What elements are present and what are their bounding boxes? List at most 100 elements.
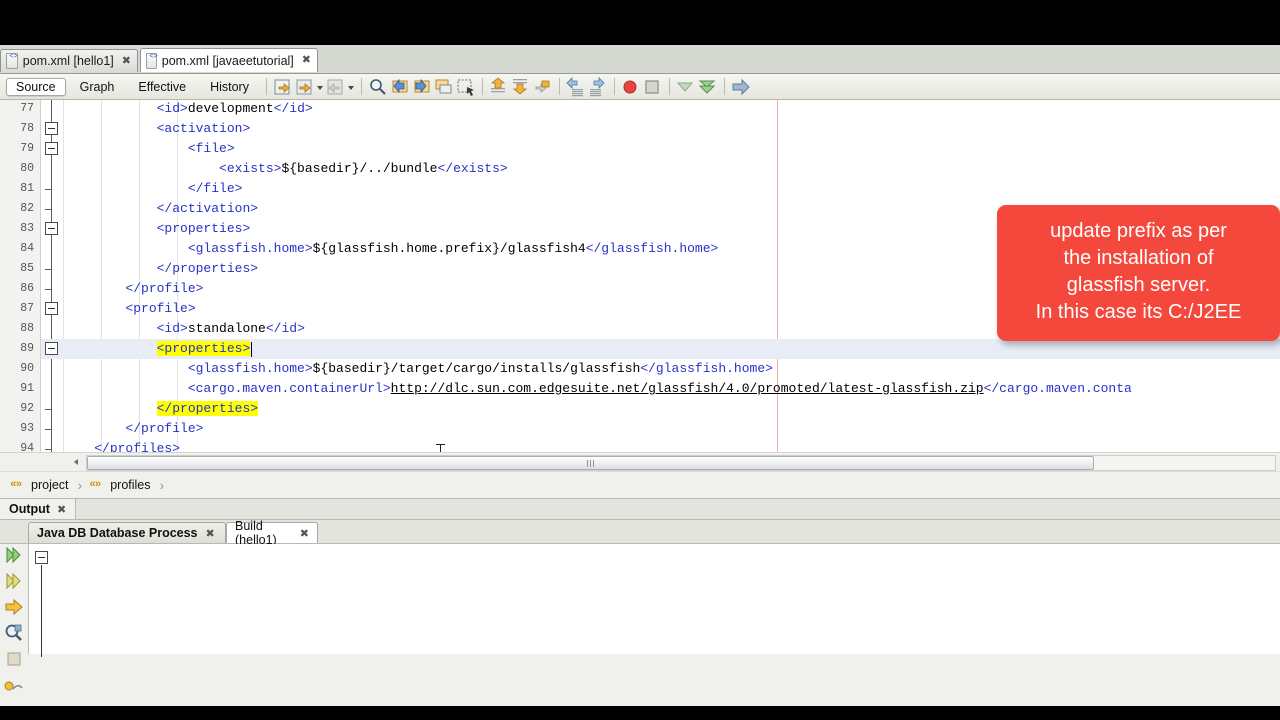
output-text-pane[interactable] xyxy=(28,544,1280,657)
previous-bookmark-icon[interactable] xyxy=(390,77,410,97)
output-tab-2[interactable]: Build (hello1) ✖ xyxy=(226,519,318,547)
toggle-breakpoint-icon[interactable] xyxy=(621,77,641,97)
scroll-left-arrow-icon[interactable] xyxy=(70,456,83,468)
code-line: <properties> xyxy=(63,339,1280,359)
chevron-down-icon[interactable] xyxy=(316,77,325,97)
line-number: 89 xyxy=(20,342,34,355)
fold-collapse-box[interactable] xyxy=(45,222,58,235)
close-icon[interactable]: ✖ xyxy=(302,55,311,66)
back-history-icon[interactable] xyxy=(326,77,346,97)
close-icon[interactable]: ✖ xyxy=(57,503,66,516)
rerun-with-different-params-icon[interactable] xyxy=(3,570,25,592)
mouse-text-cursor xyxy=(436,444,445,452)
close-icon[interactable]: ✖ xyxy=(300,527,309,540)
code-token: <properties> xyxy=(156,341,251,356)
editor-tab-bar: pom.xml [hello1]✖pom.xml [javaeetutorial… xyxy=(0,45,1280,74)
output-tab-label: Build (hello1) xyxy=(235,519,277,547)
toggle-highlight-icon[interactable] xyxy=(533,77,553,97)
output-fold-box[interactable] xyxy=(35,551,48,564)
view-tab-source[interactable]: Source xyxy=(6,77,66,96)
toggle-bookmark-icon[interactable] xyxy=(434,77,454,97)
code-line: <glassfish.home>${basedir}/target/cargo/… xyxy=(63,359,1280,379)
code-line: </profiles> xyxy=(63,439,1280,452)
code-token: </glassfish.home> xyxy=(640,361,773,376)
code-token: <glassfish.home> xyxy=(187,361,313,376)
next-error-icon[interactable] xyxy=(511,77,531,97)
line-number: 86 xyxy=(20,282,34,295)
go-to-source-icon[interactable] xyxy=(273,77,293,97)
breadcrumb-item-project[interactable]: «» project xyxy=(10,478,69,492)
line-number: 93 xyxy=(20,422,34,435)
view-tab-effective[interactable]: Effective xyxy=(128,78,196,96)
close-icon[interactable]: ✖ xyxy=(122,55,131,67)
fold-collapse-box[interactable] xyxy=(45,122,58,135)
line-number: 94 xyxy=(20,442,34,452)
line-number: 79 xyxy=(20,142,34,155)
breadcrumb-item-profiles[interactable]: «» profiles xyxy=(89,478,150,492)
toolbar-separator xyxy=(613,78,615,95)
code-line: <file> xyxy=(63,139,1280,159)
fold-collapse-box[interactable] xyxy=(45,142,58,155)
breadcrumb[interactable]: «» project › «» profiles › xyxy=(0,471,1280,499)
output-window-title: Output xyxy=(9,502,50,516)
code-line: </properties> xyxy=(63,399,1280,419)
fold-end-tick xyxy=(45,209,52,210)
stop-macro-icon[interactable] xyxy=(643,77,663,97)
xml-file-icon xyxy=(146,52,160,69)
scrollbar-track[interactable] xyxy=(86,455,1276,471)
fold-collapse-box[interactable] xyxy=(45,302,58,315)
line-number-gutter: 77787980818283848586878889909192939495 xyxy=(0,100,41,452)
clear-output-icon[interactable] xyxy=(3,648,25,670)
code-token: development xyxy=(187,101,274,116)
code-token: </profile> xyxy=(125,281,204,296)
shift-left-icon[interactable] xyxy=(566,76,586,97)
screen: pom.xml [hello1]✖pom.xml [javaeetutorial… xyxy=(0,0,1280,720)
code-line: <id>development</id> xyxy=(63,100,1280,119)
code-fold-column[interactable] xyxy=(41,100,63,452)
rerun-icon[interactable] xyxy=(3,544,25,566)
navigate-dropdown-icon[interactable] xyxy=(295,77,315,97)
output-tab-bar: Java DB Database Process ✖ Build (hello1) ✖ xyxy=(0,519,1280,547)
view-tab-history[interactable]: History xyxy=(200,78,259,96)
code-token: </id> xyxy=(265,321,305,336)
previous-error-icon[interactable] xyxy=(489,76,509,97)
output-tab-1[interactable]: Java DB Database Process ✖ xyxy=(28,522,226,543)
fold-collapse-box[interactable] xyxy=(45,342,58,355)
line-number: 87 xyxy=(20,302,34,315)
collapse-all-icon[interactable] xyxy=(676,77,696,97)
view-tab-graph[interactable]: Graph xyxy=(70,78,125,96)
letterbox-top xyxy=(0,0,1280,45)
shift-right-icon[interactable] xyxy=(588,76,608,97)
toolbar-separator xyxy=(481,78,483,95)
output-tab-label: Java DB Database Process xyxy=(37,526,198,540)
output-body: Java DB Database Process ✖ Build (hello1) ✖ xyxy=(0,519,1280,691)
output-window: Output ✖ Java DB Database Process ✖ Build … xyxy=(0,499,1280,691)
close-icon[interactable]: ✖ xyxy=(206,527,215,540)
wrap-text-icon[interactable] xyxy=(3,674,25,696)
chevron-down-icon[interactable] xyxy=(347,77,356,97)
editor-tab-2[interactable]: pom.xml [javaeetutorial] ✖ xyxy=(140,48,318,72)
line-number: 88 xyxy=(20,322,34,335)
output-window-header: Output ✖ xyxy=(0,499,1280,520)
fold-end-tick xyxy=(45,269,52,270)
code-line: <exists>${basedir}/../bundle</exists> xyxy=(63,159,1280,179)
editor-tab-1[interactable]: pom.xml [hello1] ✖ xyxy=(0,49,138,72)
rectangular-selection-icon[interactable] xyxy=(456,77,476,97)
find-selection-icon[interactable] xyxy=(368,77,388,97)
stop-icon[interactable] xyxy=(3,596,25,618)
output-window-title-tab[interactable]: Output ✖ xyxy=(0,499,77,519)
line-number: 77 xyxy=(20,102,34,115)
expand-all-icon[interactable] xyxy=(698,77,718,97)
find-in-output-icon[interactable] xyxy=(3,622,25,644)
toolbar-separator xyxy=(558,78,560,95)
code-token: <glassfish.home> xyxy=(187,241,313,256)
code-token: ${basedir}/../bundle xyxy=(281,161,438,176)
annotation-callout: update prefix as per the installation of g… xyxy=(997,205,1280,341)
editor-horizontal-scrollbar[interactable] xyxy=(0,452,1280,471)
code-token: </properties> xyxy=(156,401,259,416)
letterbox-bottom xyxy=(0,706,1280,720)
scrollbar-thumb[interactable] xyxy=(87,456,1094,470)
code-token: </exists> xyxy=(437,161,508,176)
inspect-members-icon[interactable] xyxy=(731,77,751,97)
next-bookmark-icon[interactable] xyxy=(412,77,432,97)
